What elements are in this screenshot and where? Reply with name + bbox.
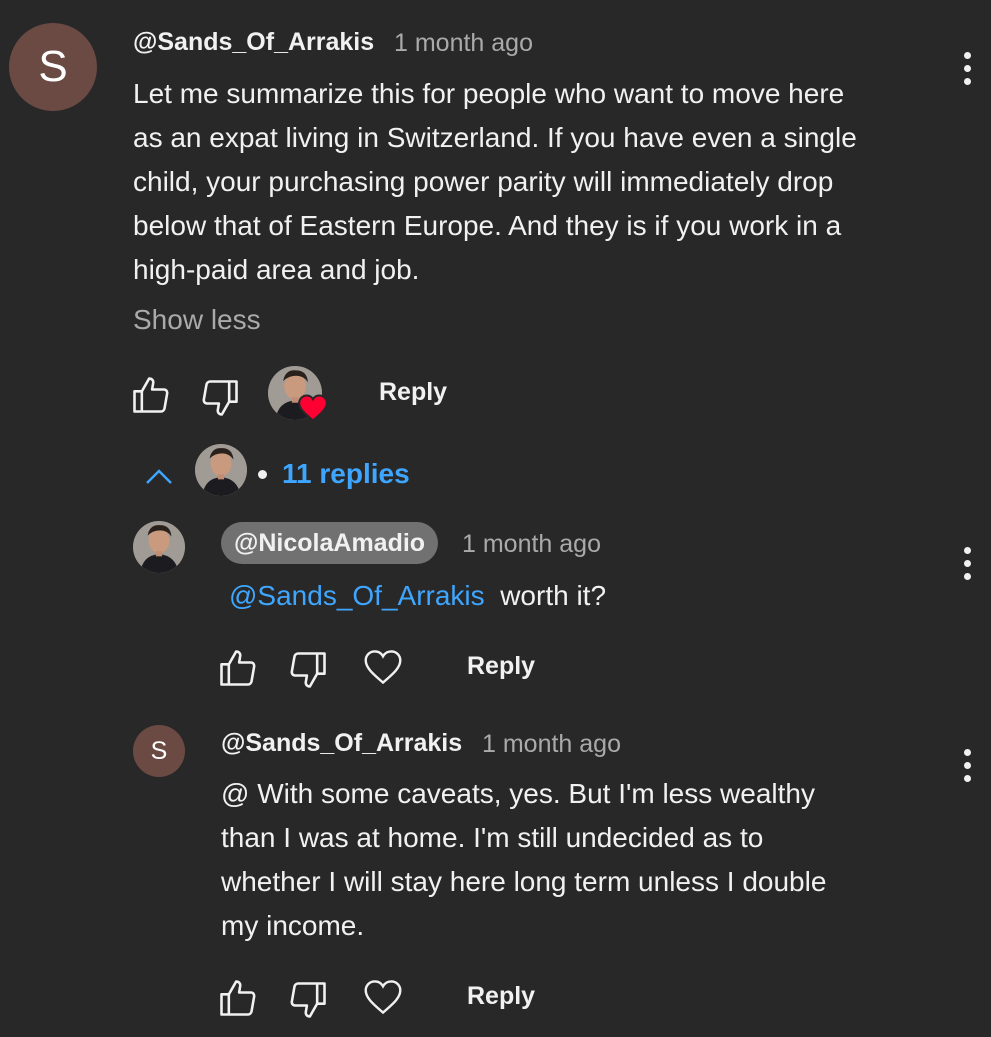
reply-author[interactable]: @Sands_Of_Arrakis xyxy=(221,729,462,758)
mention-link[interactable]: @Sands_Of_Arrakis xyxy=(229,580,485,611)
avatar[interactable] xyxy=(133,521,185,573)
comment-timestamp[interactable]: 1 month ago xyxy=(394,29,533,58)
reply-text-line: than I was at home. I'm still undecided … xyxy=(221,822,764,853)
reply-button[interactable]: Reply xyxy=(467,652,535,681)
comment-text-line: as an expat living in Switzerland. If yo… xyxy=(133,122,857,153)
comment-text-line: child, your purchasing power parity will… xyxy=(133,166,834,197)
avatar[interactable]: S xyxy=(9,23,97,111)
reply-text: @Sands_Of_Arrakis worth it? xyxy=(229,574,606,618)
reply-text-body: worth it? xyxy=(500,580,607,611)
comment-author[interactable]: @Sands_Of_Arrakis xyxy=(133,28,374,57)
heart-icon xyxy=(298,394,328,422)
more-actions-icon[interactable] xyxy=(964,749,972,788)
comment-text-line: high-paid area and job. xyxy=(133,254,420,285)
reply-timestamp[interactable]: 1 month ago xyxy=(462,530,601,559)
reply-author[interactable]: @NicolaAmadio xyxy=(221,522,439,564)
chevron-up-icon[interactable] xyxy=(144,466,174,486)
reply-text: @ With some caveats, yes. But I'm less w… xyxy=(221,772,921,948)
heart-outline-icon[interactable] xyxy=(362,978,404,1016)
like-icon[interactable] xyxy=(129,373,173,417)
comment-text: Let me summarize this for people who wan… xyxy=(133,72,943,292)
comment-text-line: Let me summarize this for people who wan… xyxy=(133,78,845,109)
heart-outline-icon[interactable] xyxy=(362,648,404,686)
dislike-icon[interactable] xyxy=(286,648,330,692)
dislike-icon[interactable] xyxy=(286,978,330,1022)
reply-button[interactable]: Reply xyxy=(379,378,447,407)
more-actions-icon[interactable] xyxy=(964,547,972,586)
like-icon[interactable] xyxy=(216,976,260,1020)
replies-avatar xyxy=(195,444,247,496)
reply-text-line: my income. xyxy=(221,910,365,941)
avatar[interactable]: S xyxy=(133,725,185,777)
like-icon[interactable] xyxy=(216,646,260,690)
replies-toggle-button[interactable]: 11 replies xyxy=(282,458,410,490)
show-less-button[interactable]: Show less xyxy=(133,304,261,336)
more-actions-icon[interactable] xyxy=(964,52,972,91)
reply-button[interactable]: Reply xyxy=(467,982,535,1011)
comment-text-line: below that of Eastern Europe. And they i… xyxy=(133,210,842,241)
dislike-icon[interactable] xyxy=(198,376,242,420)
separator-dot xyxy=(258,470,267,479)
reply-text-line: whether I will stay here long term unles… xyxy=(221,866,827,897)
reply-text-line: @ With some caveats, yes. But I'm less w… xyxy=(221,778,815,809)
reply-timestamp[interactable]: 1 month ago xyxy=(482,730,621,759)
